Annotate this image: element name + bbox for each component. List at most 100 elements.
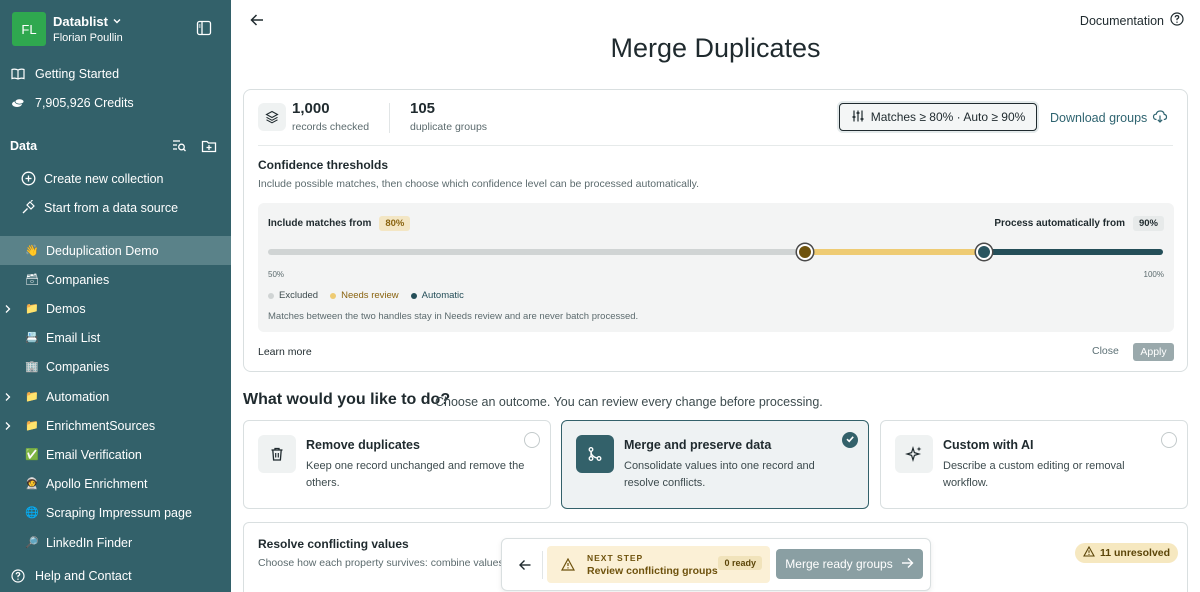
review-range (805, 249, 984, 255)
help-label: Help and Contact (35, 568, 132, 583)
auto-threshold-label: Process automatically from 90% (994, 216, 1164, 231)
next-step-value: Review conflicting groups (587, 565, 718, 577)
sidebar-item-label: Automation (46, 389, 110, 404)
sidebar-item-deduplication-demo[interactable]: 👋 Deduplication Demo (0, 236, 231, 265)
sidebar-item-email-verification[interactable]: ✅ Email Verification (0, 440, 231, 469)
folder-icon: 📁 (25, 390, 39, 403)
divider (258, 145, 1173, 146)
unresolved-label: 11 unresolved (1100, 547, 1171, 559)
help-circle-icon (10, 568, 26, 584)
arrow-right-icon (901, 557, 914, 572)
astronaut-icon: 🧑‍🚀 (25, 477, 39, 490)
sidebar-item-companies[interactable]: 🗃 Companies (0, 265, 231, 294)
include-threshold-label: Include matches from 80% (268, 216, 411, 231)
groups-caption: duplicate groups (410, 121, 488, 133)
coins-icon (10, 95, 26, 111)
layers-icon (258, 103, 286, 131)
merge-ready-groups-button[interactable]: Merge ready groups (776, 549, 923, 579)
threshold-track[interactable] (268, 249, 1163, 255)
sidebar-folder-enrichment-sources[interactable]: 📁 EnrichmentSources (0, 411, 231, 440)
help-circle-icon (1170, 12, 1184, 29)
thresholds-title: Confidence thresholds (258, 158, 389, 172)
documentation-link[interactable]: Documentation (1080, 12, 1184, 29)
folder-icon: 📁 (25, 302, 39, 315)
apply-button[interactable]: Apply (1133, 343, 1174, 361)
sidebar-item-label: 7,905,926 Credits (35, 95, 134, 110)
start-from-source-button[interactable]: Start from a data source (0, 193, 231, 222)
sparkles-icon (895, 435, 933, 473)
card-box-icon: 🗃 (25, 273, 39, 286)
chevron-right-icon[interactable] (4, 391, 12, 405)
outcome-question: What would you like to do? (243, 391, 451, 408)
book-icon (10, 66, 26, 82)
next-step-panel[interactable]: NEXT STEP Review conflicting groups 0 re… (547, 546, 770, 583)
option-merge-preserve[interactable]: Merge and preserve data Consolidate valu… (561, 420, 869, 509)
check-icon (845, 431, 855, 449)
download-groups-link[interactable]: Download groups (1050, 109, 1168, 126)
unresolved-badge[interactable]: 11 unresolved (1075, 543, 1179, 563)
create-collection-label: Create new collection (44, 171, 164, 186)
sidebar-item-label: Scraping Impressum page (46, 505, 192, 520)
sidebar-item-label: Companies (46, 359, 110, 374)
option-description: Consolidate values into one record and r… (624, 460, 815, 489)
sidebar-item-label: Email Verification (46, 447, 142, 462)
divider (542, 551, 543, 579)
auto-threshold-handle[interactable] (976, 244, 992, 260)
cloud-download-icon (1152, 109, 1168, 126)
option-description: Keep one record unchanged and remove the… (306, 460, 525, 489)
include-label: Include matches from (268, 218, 372, 229)
plus-circle-icon (20, 171, 36, 187)
search-collections-icon[interactable] (171, 138, 187, 159)
sidebar-item-label: LinkedIn Finder (46, 535, 133, 550)
warning-icon (1083, 545, 1095, 560)
sidebar-toggle-icon[interactable] (196, 20, 212, 41)
include-threshold-handle[interactable] (797, 244, 813, 260)
option-title: Remove duplicates (306, 438, 420, 452)
option-title: Custom with AI (943, 438, 1034, 452)
match-thresholds-button[interactable]: Matches ≥ 80% · Auto ≥ 90% (839, 103, 1037, 131)
sidebar-item-companies-2[interactable]: 🏢 Companies (0, 352, 231, 381)
option-radio-checked[interactable] (842, 432, 858, 448)
records-caption: records checked (292, 121, 370, 133)
sidebar-item-apollo-enrichment[interactable]: 🧑‍🚀 Apollo Enrichment (0, 469, 231, 498)
help-contact-link[interactable]: Help and Contact (0, 561, 231, 590)
thresholds-description: Include possible matches, then choose wh… (258, 178, 700, 190)
create-collection-button[interactable]: Create new collection (0, 164, 231, 193)
option-custom-ai[interactable]: Custom with AI Describe a custom editing… (880, 420, 1188, 509)
back-arrow-icon[interactable] (518, 558, 532, 577)
slider-min-label: 50% (268, 270, 285, 279)
option-remove-duplicates[interactable]: Remove duplicates Keep one record unchan… (243, 420, 551, 509)
sidebar-item-label: Apollo Enrichment (46, 476, 148, 491)
resolve-description: Choose how each property survives: combi… (258, 557, 507, 569)
option-radio[interactable] (1161, 432, 1177, 448)
close-button[interactable]: Close (1092, 345, 1119, 357)
sidebar-item-credits[interactable]: 7,905,926 Credits (0, 88, 231, 117)
sidebar-item-getting-started[interactable]: Getting Started (0, 59, 231, 88)
sidebar: FL Datablist Florian Poullin Getting Sta… (0, 0, 231, 592)
sidebar-item-scraping-impressum[interactable]: 🌐 Scraping Impressum page (0, 498, 231, 527)
option-radio[interactable] (524, 432, 540, 448)
legend-review: Needs review (330, 290, 399, 301)
sidebar-folder-demos[interactable]: 📁 Demos (0, 294, 231, 323)
sidebar-item-linkedin-finder[interactable]: 🔎 LinkedIn Finder (0, 528, 231, 557)
records-stat: 1,000 records checked (292, 100, 369, 133)
avatar: FL (12, 12, 46, 46)
excluded-range (268, 249, 805, 255)
learn-more-link[interactable]: Learn more (258, 346, 312, 358)
chevron-right-icon[interactable] (4, 420, 12, 434)
back-arrow-icon[interactable] (249, 12, 265, 33)
merge-ready-label: Merge ready groups (785, 557, 893, 571)
chevron-right-icon[interactable] (4, 303, 12, 317)
sidebar-item-email-list[interactable]: 📇 Email List (0, 323, 231, 352)
sidebar-folder-automation[interactable]: 📁 Automation (0, 382, 231, 411)
floating-action-bar: NEXT STEP Review conflicting groups 0 re… (501, 538, 931, 591)
download-groups-label: Download groups (1050, 110, 1148, 125)
sidebar-item-label: Companies (46, 272, 110, 287)
threshold-slider-panel: Include matches from 80% Process automat… (258, 203, 1174, 332)
new-folder-icon[interactable] (201, 138, 217, 159)
workspace-switcher[interactable]: FL Datablist Florian Poullin (12, 12, 123, 46)
folder-icon: 📁 (25, 419, 39, 432)
automatic-range (984, 249, 1163, 255)
wave-icon: 👋 (25, 244, 39, 257)
start-from-source-label: Start from a data source (44, 200, 179, 215)
